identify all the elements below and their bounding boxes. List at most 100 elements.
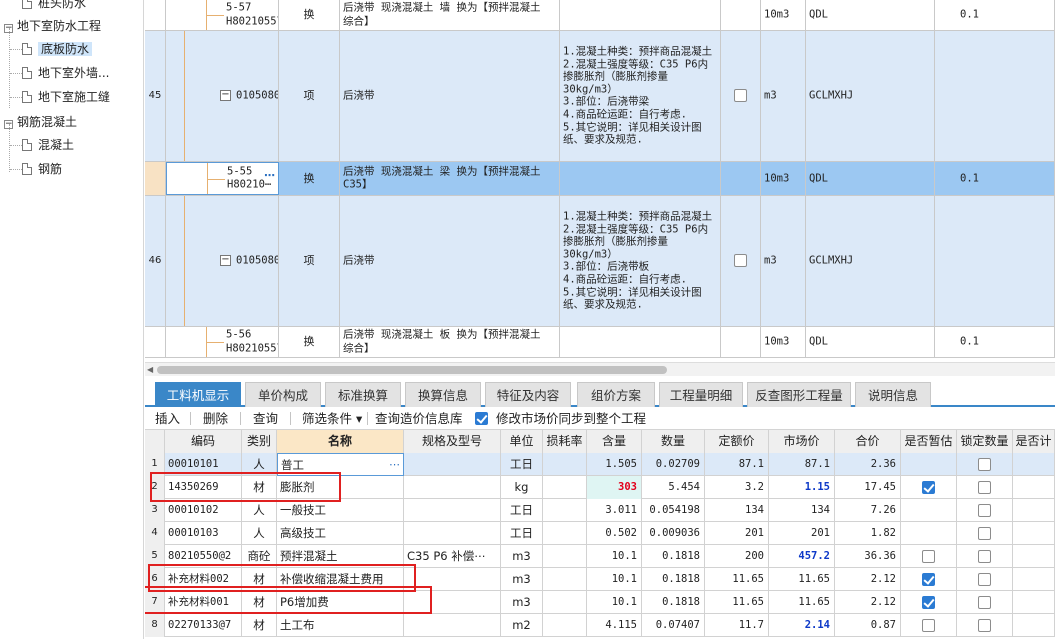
scroll-left-icon[interactable]: ◀ — [147, 365, 153, 374]
tab-8[interactable]: 说明信息 — [855, 382, 931, 407]
item-code: 010508001004 — [236, 254, 278, 267]
estimate-checkbox[interactable] — [922, 481, 935, 494]
resource-row[interactable]: 8 02270133@7 材土工布 m2 4.115 0.07407 11.7 2.14 0.8… — [145, 614, 1055, 637]
estimate-cell — [901, 568, 957, 591]
tree-node-3[interactable]: 地下室外墙... — [22, 63, 109, 83]
horizontal-scrollbar[interactable]: ◀ — [145, 362, 1055, 376]
resource-name[interactable]: 土工布 — [277, 614, 404, 637]
lock-cell — [957, 476, 1013, 499]
column-header[interactable]: 是否暂估 — [901, 430, 957, 453]
lock-quantity-checkbox[interactable] — [978, 527, 991, 540]
column-header[interactable]: 是否计 — [1013, 430, 1055, 453]
quota-row[interactable]: 5-56 H80210557⋯ 换 后浇带 现浇混凝土 板 换为【预拌混凝土 综合】… — [145, 327, 1055, 358]
column-header[interactable] — [145, 430, 165, 453]
resource-name[interactable]: 高级技工 — [277, 522, 404, 545]
delete-button[interactable]: 删除 — [203, 407, 228, 430]
upper-cell: 0.1 — [935, 327, 1055, 357]
lock-quantity-checkbox[interactable] — [978, 596, 991, 609]
annotation-box — [145, 586, 432, 614]
insert-button[interactable]: 插入 — [155, 407, 180, 430]
collapse-icon[interactable]: − — [220, 90, 231, 101]
column-header[interactable]: 规格及型号 — [404, 430, 501, 453]
bill-item-row[interactable]: 46 010508001004− 项 后浇带 1.混凝土种类：预拌商品混凝土 2.混凝土… — [145, 196, 1055, 327]
resource-cell: 201 — [705, 522, 769, 545]
tree-node-4[interactable]: 地下室施工缝 — [22, 87, 110, 107]
column-header[interactable]: 含量 — [587, 430, 642, 453]
item-code: 010508001003 — [236, 89, 278, 102]
resource-cell: 0.07407 — [642, 614, 705, 637]
tab-2[interactable]: 标准换算 — [325, 382, 401, 407]
quantity-expression: GCLMXHJ — [809, 254, 854, 267]
tree-connector — [10, 169, 22, 170]
collapse-icon[interactable]: − — [220, 255, 231, 266]
sync-market-price-toggle[interactable]: 修改市场价同步到整个工程 — [475, 407, 646, 430]
lock-quantity-checkbox[interactable] — [978, 504, 991, 517]
column-header[interactable]: 编码 — [165, 430, 242, 453]
resource-cell: 2.14 — [769, 614, 835, 637]
upper-cell: 10m3 — [761, 327, 806, 357]
tree-node-6[interactable]: 混凝土 — [22, 135, 74, 155]
upper-cell — [721, 31, 761, 161]
column-header[interactable]: 单位 — [501, 430, 543, 453]
estimate-checkbox[interactable] — [922, 596, 935, 609]
tab-1[interactable]: 单价构成 — [245, 382, 321, 407]
lock-quantity-checkbox[interactable] — [978, 573, 991, 586]
document-icon — [22, 43, 32, 55]
resource-row[interactable]: 4 00010103 人高级技工 工日 0.502 0.009036 201 201 1.82 — [145, 522, 1055, 545]
bill-item-row[interactable]: 45 010508001003− 项 后浇带 1.混凝土种类：预拌商品混凝土 2.混凝土… — [145, 31, 1055, 162]
column-header[interactable]: 合价 — [835, 430, 901, 453]
tab-4[interactable]: 特征及内容 — [485, 382, 571, 407]
tree-node-1[interactable]: − 地下室防水工程 — [4, 16, 101, 36]
resource-cell: 3.011 — [587, 499, 642, 522]
resource-row[interactable]: 3 00010102 人一般技工 工日 3.011 0.054198 134 134 7.26 — [145, 499, 1055, 522]
document-icon — [22, 91, 32, 103]
lock-quantity-checkbox[interactable] — [978, 550, 991, 563]
lock-quantity-checkbox[interactable] — [978, 458, 991, 471]
estimate-checkbox[interactable] — [922, 573, 935, 586]
item-checkbox[interactable] — [734, 89, 747, 102]
column-header[interactable]: 类别 — [242, 430, 277, 453]
quota-row[interactable]: 5-55 H80210⋯ ⋯ 换 后浇带 现浇混凝土 梁 换为【预拌混凝土 C35】 1… — [145, 162, 1055, 196]
extra-cell — [1013, 591, 1055, 614]
estimate-checkbox[interactable] — [922, 619, 935, 632]
tab-6[interactable]: 工程量明细 — [659, 382, 743, 407]
item-checkbox[interactable] — [734, 254, 747, 267]
column-header[interactable]: 损耗率 — [543, 430, 587, 453]
lock-quantity-checkbox[interactable] — [978, 619, 991, 632]
quota-row[interactable]: 5-57 H80210557⋯ 换 后浇带 现浇混凝土 墙 换为【预拌混凝土 综合】… — [145, 0, 1055, 31]
upper-cell: 后浇带 现浇混凝土 梁 换为【预拌混凝土 C35】 — [340, 162, 560, 195]
filter-dropdown[interactable]: 筛选条件 ▾ — [302, 407, 362, 430]
query-button[interactable]: 查询 — [253, 407, 278, 430]
tree-node-7[interactable]: 钢筋 — [22, 159, 62, 179]
upper-cell: 换 — [279, 162, 340, 195]
more-icon[interactable]: ⋯ — [264, 169, 275, 182]
estimate-checkbox[interactable] — [922, 550, 935, 563]
resource-cell: 工日 — [501, 522, 543, 545]
upper-cell: 10m3 — [761, 0, 806, 30]
sync-checkbox[interactable] — [475, 412, 488, 425]
tree-connector — [9, 124, 10, 172]
column-header[interactable]: 锁定数量 — [957, 430, 1013, 453]
tab-0[interactable]: 工料机显示 — [155, 382, 241, 407]
tree-node-0[interactable]: 桩头防水 — [22, 0, 86, 13]
tree-node-5[interactable]: − 钢筋混凝土 — [4, 112, 77, 132]
column-header[interactable]: 数量 — [642, 430, 705, 453]
tab-7[interactable]: 反查图形工程量 — [747, 382, 851, 407]
resource-cell: m3 — [501, 568, 543, 591]
tree-node-label: 钢筋 — [38, 162, 63, 176]
upper-cell: m3 — [761, 31, 806, 161]
scrollbar-thumb[interactable] — [157, 366, 667, 374]
upper-cell: 后浇带 — [340, 31, 560, 161]
tab-3[interactable]: 换算信息 — [405, 382, 481, 407]
tab-5[interactable]: 组价方案 — [577, 382, 655, 407]
more-icon[interactable]: ⋯ — [389, 454, 400, 475]
column-header[interactable]: 定额价 — [705, 430, 769, 453]
resource-cell — [543, 614, 587, 637]
tree-connector — [10, 49, 22, 50]
resource-name[interactable]: 一般技工 — [277, 499, 404, 522]
lock-quantity-checkbox[interactable] — [978, 481, 991, 494]
column-header[interactable]: 市场价 — [769, 430, 835, 453]
column-header[interactable]: 名称 — [277, 430, 404, 453]
price-info-button[interactable]: 查询造价信息库 — [375, 407, 463, 430]
tree-node-2[interactable]: 底板防水 — [22, 39, 93, 59]
